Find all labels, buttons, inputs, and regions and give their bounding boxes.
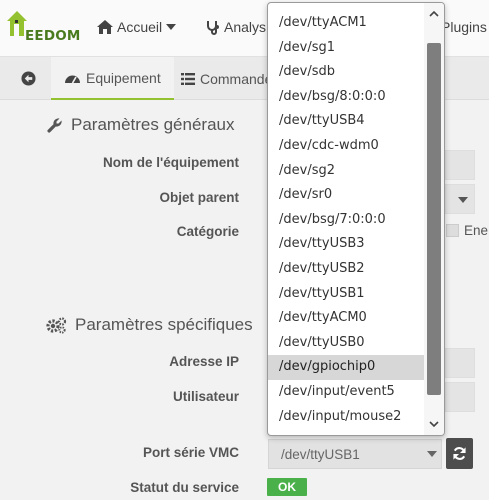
wrench-icon [47,117,62,133]
nav-home[interactable]: Accueil [97,19,177,35]
general-title-text: Paramètres généraux [71,115,235,134]
serial-port-label: Port série VMC [142,445,239,460]
dropdown-option[interactable]: /dev/ttyACM0 [268,306,425,331]
nav-home-label: Accueil [117,19,163,35]
dropdown-option[interactable]: /dev/sg2 [268,159,425,184]
dropdown-option[interactable]: /dev/sr0 [268,183,425,208]
jeedom-logo[interactable]: EEDOM [6,8,80,48]
dropdown-option[interactable]: /dev/input/event5 [268,380,425,405]
chevron-down-icon [458,197,468,203]
dropdown-scrollbar[interactable] [424,3,444,435]
tab-commands[interactable]: Commande [181,57,272,100]
cogs-icon [46,316,67,334]
dropdown-option[interactable]: /dev/sdb [268,60,425,85]
scrollbar-thumb[interactable] [427,43,441,395]
logo-text: EEDOM [25,28,81,44]
chevron-down-icon [427,451,437,457]
arrow-circle-left-icon [20,71,36,86]
dropdown-option[interactable]: /dev/ttyUSB1 [268,282,425,307]
home-icon [97,20,113,34]
ip-address-label: Adresse IP [169,354,239,369]
serial-port-value: /dev/ttyUSB1 [281,447,360,462]
nav-plugins[interactable]: Plugins [441,19,487,35]
service-status-label: Statut du service [130,480,239,495]
tab-back[interactable] [10,57,46,100]
tab-equipment-label: Equipement [86,69,161,86]
dropdown-option-list: /dev/ttyACM1/dev/sg1/dev/sdb/dev/bsg/8:0… [268,11,425,429]
specific-section-title: Paramètres spécifiques [46,315,253,335]
general-section-title: Paramètres généraux [46,115,234,135]
equipment-name-label: Nom de l'équipement [103,155,239,170]
user-input[interactable] [445,382,475,412]
nav-analysis[interactable]: Analys [206,19,266,35]
dropdown-option[interactable]: /dev/ttyUSB4 [268,109,425,134]
service-status-badge: OK [267,478,307,496]
parent-object-select[interactable] [445,184,475,214]
equipment-name-input[interactable] [445,150,475,180]
refresh-icon [453,447,466,460]
tab-commands-label: Commande [200,70,273,87]
category-label: Catégorie [176,224,239,239]
caret-down-icon [166,24,177,30]
nav-plugins-label: Plugins [441,19,487,35]
dropdown-option[interactable]: /dev/gpiochip0 [268,355,425,380]
refresh-ports-button[interactable] [446,438,473,469]
user-label: Utilisateur [172,389,239,404]
serial-port-select[interactable]: /dev/ttyUSB1 [268,439,442,469]
ip-address-input[interactable] [445,348,475,378]
serial-port-dropdown[interactable]: /dev/ttyACM1/dev/sg1/dev/sdb/dev/bsg/8:0… [267,2,445,436]
category-checkbox[interactable] [446,224,459,237]
dropdown-option[interactable]: /dev/ttyACM1 [268,11,425,36]
dropdown-option[interactable]: /dev/input/mouse2 [268,405,425,430]
dropdown-option[interactable]: /dev/bsg/7:0:0:0 [268,208,425,233]
scroll-down-icon[interactable] [429,419,439,429]
parent-object-label: Objet parent [159,190,239,205]
scroll-up-icon[interactable] [429,9,439,19]
dropdown-option[interactable]: /dev/sg1 [268,36,425,61]
category-option-label: Ene [464,223,489,238]
dropdown-option[interactable]: /dev/ttyUSB3 [268,232,425,257]
dropdown-option[interactable]: /dev/ttyUSB0 [268,331,425,356]
tab-equipment[interactable]: Equipement [51,57,174,100]
dropdown-option[interactable]: /dev/ttyUSB2 [268,257,425,282]
dropdown-option[interactable]: /dev/bsg/8:0:0:0 [268,85,425,110]
nav-analysis-label: Analys [224,19,267,35]
specific-title-text: Paramètres spécifiques [75,315,253,334]
list-icon [181,72,195,85]
stethoscope-icon [207,20,219,35]
dashboard-icon [65,75,80,84]
dropdown-option[interactable]: /dev/cdc-wdm0 [268,134,425,159]
